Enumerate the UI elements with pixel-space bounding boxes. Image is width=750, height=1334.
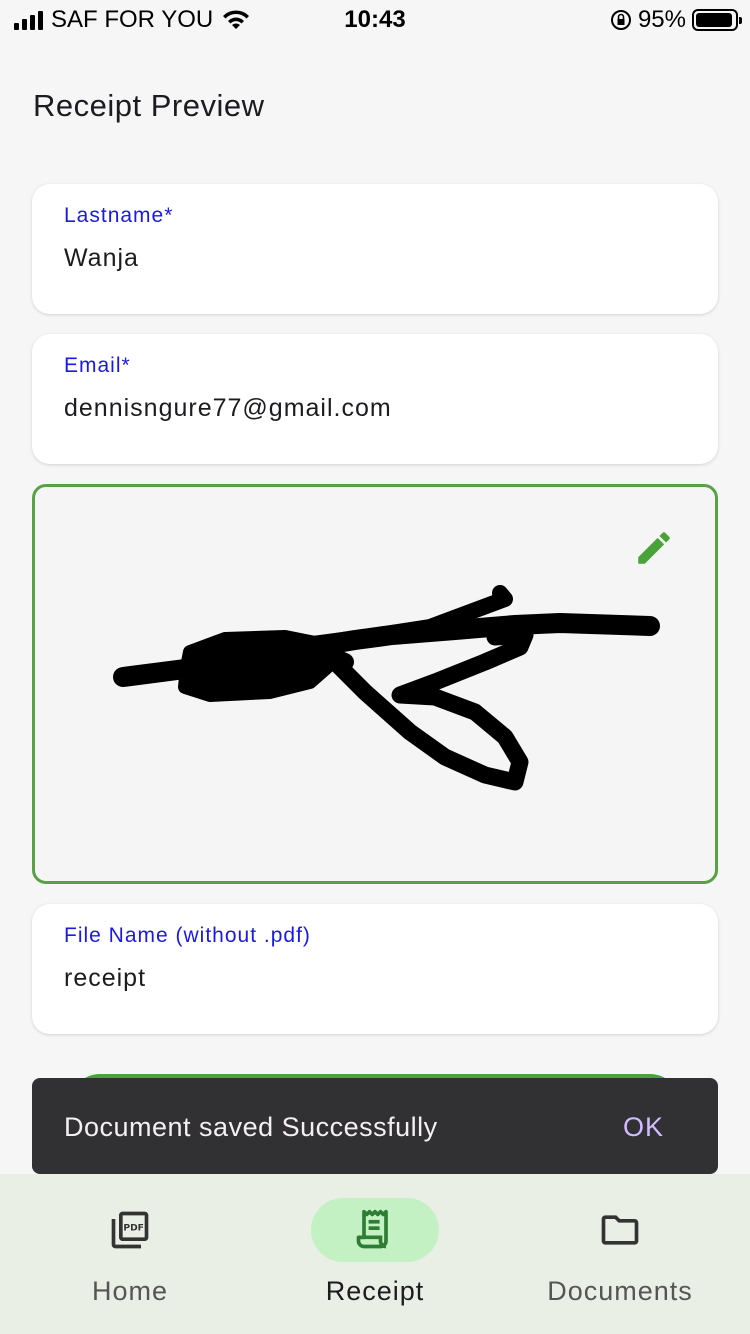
page-title: Receipt Preview	[33, 88, 265, 123]
folder-icon	[601, 1215, 639, 1245]
signature-drawing	[113, 585, 660, 791]
pencil-icon[interactable]	[633, 527, 675, 569]
nav-item-home[interactable]: PDF Home	[5, 1174, 255, 1334]
battery-percent: 95%	[637, 6, 686, 33]
nav-item-receipt[interactable]: Receipt	[250, 1174, 500, 1334]
status-bar: SAF FOR YOU 10:43 95%	[0, 0, 750, 40]
status-right: 95%	[610, 6, 742, 34]
email-value[interactable]: dennisngure77@gmail.com	[64, 394, 392, 423]
bottom-navigation: PDF Home Receipt Documents	[0, 1174, 750, 1334]
pdf-icon: PDF	[111, 1211, 149, 1249]
snackbar-message: Document saved Successfully	[64, 1112, 438, 1142]
signature-pad[interactable]	[32, 484, 718, 884]
filename-field[interactable]: File Name (without .pdf) receipt	[32, 904, 718, 1034]
svg-text:PDF: PDF	[123, 1223, 144, 1234]
lastname-value[interactable]: Wanja	[64, 244, 139, 273]
nav-label-receipt: Receipt	[325, 1276, 425, 1306]
lastname-label: Lastname*	[64, 204, 174, 227]
rotation-lock-icon	[610, 10, 631, 30]
filename-value[interactable]: receipt	[64, 964, 146, 993]
battery-icon	[692, 9, 742, 31]
filename-label: File Name (without .pdf)	[64, 924, 311, 947]
snackbar: Document saved Successfully OK	[32, 1078, 718, 1174]
nav-label-home: Home	[91, 1276, 169, 1306]
email-label: Email*	[64, 354, 131, 377]
nav-label-documents: Documents	[547, 1276, 693, 1306]
receipt-icon	[356, 1209, 388, 1249]
email-field[interactable]: Email* dennisngure77@gmail.com	[32, 334, 718, 464]
nav-item-documents[interactable]: Documents	[495, 1174, 745, 1334]
lastname-field[interactable]: Lastname* Wanja	[32, 184, 718, 314]
snackbar-ok-button[interactable]: OK	[623, 1112, 664, 1143]
